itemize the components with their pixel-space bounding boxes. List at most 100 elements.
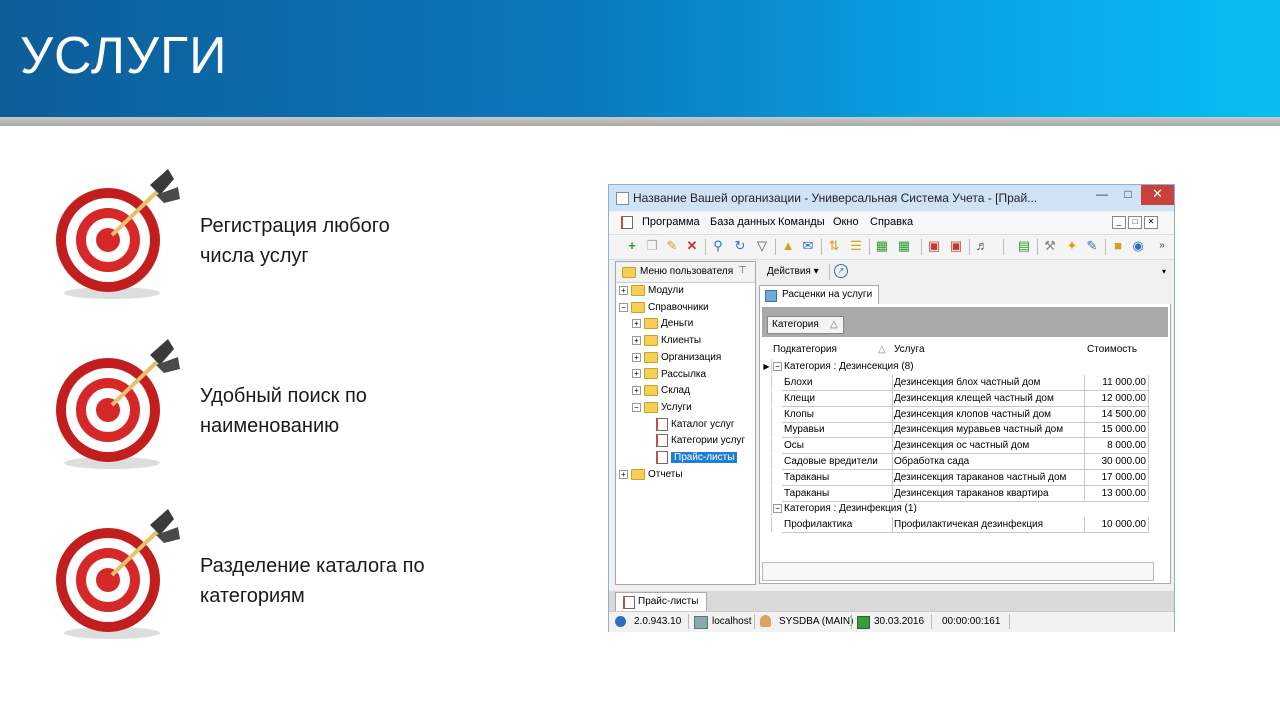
tree-item-label: Категории услуг (671, 435, 746, 447)
cell-service: Дезинсекция клопов частный дом (892, 406, 1085, 423)
status-bar: 2.0.943.10 localhost SYSDBA (MAIN) 30.03… (609, 611, 1174, 632)
tree-item[interactable]: Прайс-листы (645, 451, 738, 465)
tree-item[interactable]: − Услуги (632, 401, 692, 415)
delete-icon[interactable]: ✕ (685, 239, 699, 253)
tree-item[interactable]: Каталог услуг (645, 417, 735, 432)
tree-item[interactable]: Категории услуг (645, 434, 745, 448)
table-row[interactable]: Садовые вредители Обработка сада 30 000.00 (760, 454, 1152, 470)
column-header-cost[interactable]: Стоимость (1087, 344, 1137, 355)
tree-item[interactable]: + Склад (632, 384, 690, 398)
clock-icon[interactable]: ↗ (834, 264, 848, 278)
group-chip-category[interactable]: Категория △ (767, 316, 844, 334)
status-timer: 00:00:00:161 (942, 616, 1001, 627)
cell-service: Дезинсекция муравьев частный дом (892, 422, 1085, 439)
tree-item[interactable]: − Справочники (619, 301, 709, 315)
tree-item[interactable]: + Организация (632, 351, 721, 365)
group-row[interactable]: ▶ − Категория : Дезинсекция (8) (760, 359, 1152, 375)
cell-service: Дезинсекция блох частный дом (892, 375, 1085, 391)
cell-cost: 15 000.00 (1084, 422, 1149, 439)
edit-icon[interactable]: ✎ (665, 239, 679, 253)
window-icon[interactable]: ▣ (949, 239, 963, 253)
feature-item: Разделение каталога по категориям (50, 505, 470, 645)
user-menu-title: Меню пользователя (640, 266, 734, 277)
comment-icon[interactable]: ✉ (801, 239, 815, 253)
cell-cost: 10 000.00 (1084, 517, 1149, 534)
slide-title: УСЛУГИ (20, 27, 228, 85)
cell-subcategory: Клопы (782, 406, 893, 423)
tree-item[interactable]: + Отчеты (619, 468, 683, 482)
column-header-subcategory[interactable]: Подкатегория △ (773, 344, 886, 355)
search-icon[interactable]: ⚲ (711, 239, 725, 253)
filter-icon[interactable]: ▽ (755, 239, 769, 253)
tree-item-label: Клиенты (661, 335, 702, 347)
tab-price-lists[interactable]: Прайс-листы (615, 592, 708, 612)
wand-icon[interactable]: ✦ (1065, 239, 1079, 253)
expand-icon[interactable]: + (619, 469, 628, 479)
expand-icon[interactable]: + (632, 335, 641, 345)
collapse-icon[interactable]: − (619, 302, 628, 312)
cell-service: Дезинсекция тараканов частный дом (892, 469, 1085, 486)
menu-database[interactable]: База данных (710, 216, 776, 228)
overflow-icon[interactable]: » (1155, 239, 1169, 253)
minimize-button[interactable]: — (1089, 185, 1115, 205)
menu-window[interactable]: Окно (833, 216, 859, 228)
expand-icon[interactable]: + (619, 285, 628, 295)
expand-icon[interactable]: + (632, 369, 641, 379)
lock-icon[interactable]: ■ (1111, 239, 1125, 253)
import-icon[interactable]: ▲ (781, 239, 795, 253)
sound-icon[interactable]: ♬ (975, 239, 989, 253)
feature-text: Регистрация любого числа услуг (200, 215, 390, 267)
table-row[interactable]: Тараканы Дезинсекция тараканов частный до… (760, 469, 1152, 486)
collapse-icon[interactable]: − (632, 402, 641, 412)
table-row[interactable]: Тараканы Дезинсекция тараканов квартира 13… (760, 485, 1152, 502)
menu-commands[interactable]: Команды (778, 216, 825, 228)
tree-item[interactable]: + Рассылка (632, 368, 706, 382)
close-button[interactable]: ✕ (1141, 185, 1174, 205)
maximize-button[interactable]: □ (1115, 185, 1141, 205)
actions-menu[interactable]: Действия ▾ (767, 266, 819, 277)
group-row[interactable]: − Категория : Дезинфекция (1) (760, 501, 1152, 517)
tab-label: Расценки на услуги (782, 289, 873, 300)
menu-help[interactable]: Справка (870, 216, 913, 228)
table-row[interactable]: Блохи Дезинсекция блох частный дом 11 000.… (760, 375, 1152, 391)
tree-item-label: Справочники (648, 301, 709, 313)
tree-icon[interactable]: ☰ (849, 239, 863, 253)
menu-program[interactable]: Программа (642, 216, 700, 228)
users-icon[interactable]: ◉ (1131, 239, 1145, 253)
mdi-restore-button[interactable]: □ (1128, 216, 1142, 229)
new-window-icon[interactable]: ▣ (927, 239, 941, 253)
info-icon (615, 616, 626, 627)
cell-subcategory: Муравьи (782, 422, 893, 439)
tools-icon[interactable]: ⚒ (1043, 239, 1057, 253)
target-icon (50, 165, 190, 305)
pin-icon[interactable]: ⊤ (738, 265, 747, 276)
folder-icon (644, 318, 658, 330)
calendar-icon[interactable]: ▤ (1017, 239, 1031, 253)
tree-item[interactable]: + Модули (619, 284, 684, 298)
collapse-icon[interactable]: − (773, 362, 782, 371)
expand-icon[interactable]: + (632, 352, 641, 362)
excel-export-icon[interactable]: ▦ (875, 239, 889, 253)
table-row[interactable]: Муравьи Дезинсекция муравьев частный дом 1… (760, 422, 1152, 439)
tree-item[interactable]: + Клиенты (632, 334, 701, 348)
table-row[interactable]: Осы Дезинсекция ос частный дом 8 000.00 (760, 438, 1152, 455)
cell-service: Дезинсекция ос частный дом (892, 438, 1085, 455)
report-icon[interactable]: ✎ (1085, 239, 1099, 253)
mdi-close-button[interactable]: ✕ (1144, 216, 1158, 229)
table-row[interactable]: Клопы Дезинсекция клопов частный дом 14 50… (760, 406, 1152, 423)
add-icon[interactable]: + (625, 239, 639, 253)
mdi-minimize-button[interactable]: _ (1112, 216, 1126, 229)
excel-menu-icon[interactable]: ▦ (897, 239, 911, 253)
sort-icon[interactable]: ⇅ (827, 239, 841, 253)
tab-price-rates[interactable]: Расценки на услуги (759, 285, 880, 305)
expand-icon[interactable]: + (632, 386, 641, 396)
refresh-icon[interactable]: ↻ (733, 239, 747, 253)
table-row[interactable]: Клещи Дезинсекция клещей частный дом 12 00… (760, 390, 1152, 407)
column-header-service[interactable]: Услуга (894, 344, 925, 355)
tree-item[interactable]: + Деньги (632, 317, 693, 331)
chevron-down-icon[interactable]: ▾ (1162, 267, 1166, 276)
collapse-icon[interactable]: − (773, 504, 782, 514)
expand-icon[interactable]: + (632, 319, 641, 329)
table-row[interactable]: Профилактика Профилактичекая дезинфекция 1… (760, 517, 1152, 534)
copy-icon[interactable]: ❐ (645, 239, 659, 253)
